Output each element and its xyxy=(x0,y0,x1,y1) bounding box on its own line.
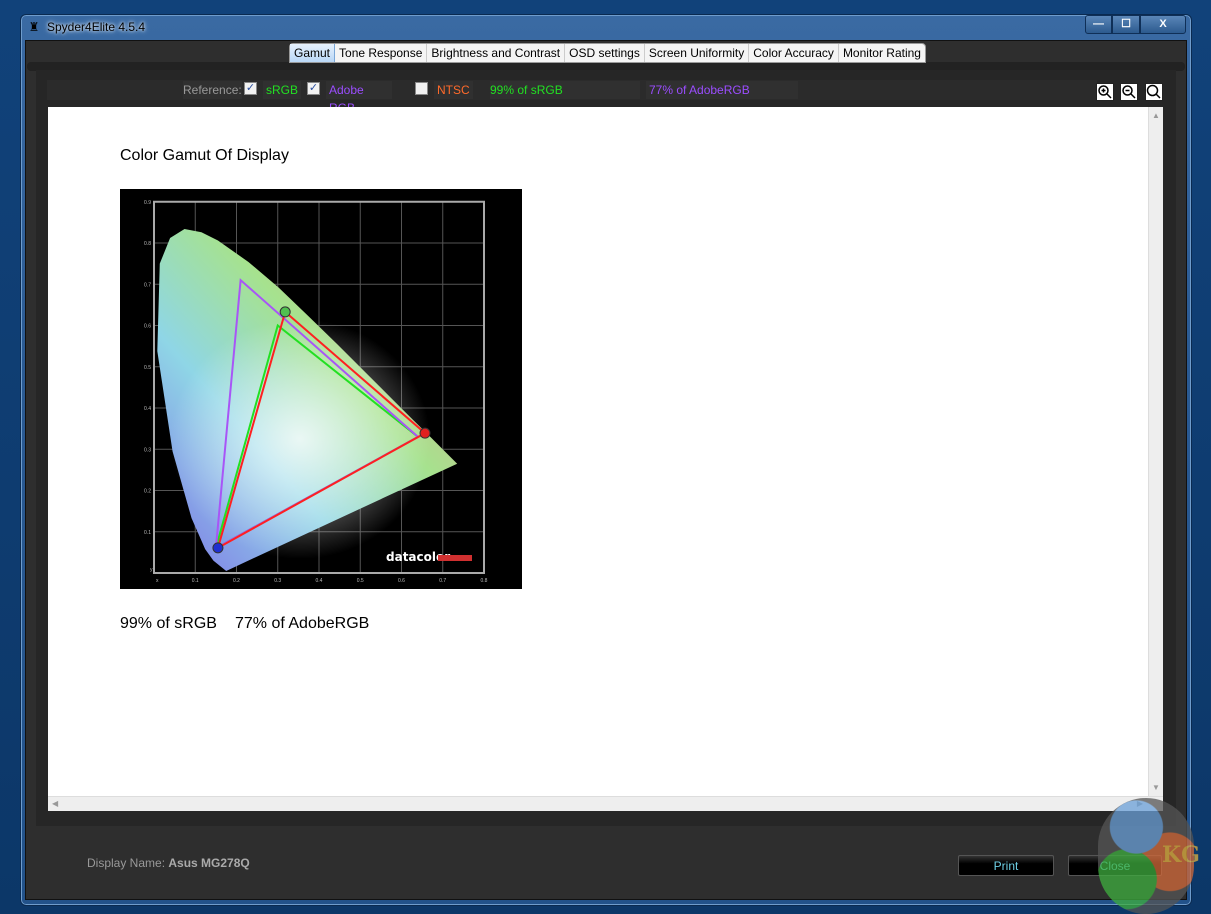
app-icon: ♜ xyxy=(28,20,40,34)
vertical-scrollbar[interactable]: ▲ ▼ xyxy=(1148,107,1163,796)
x-tick-label: 0.8 xyxy=(481,578,488,584)
y-tick-label: 0.3 xyxy=(144,447,151,453)
watermark-logo: KG xyxy=(1098,798,1200,914)
y-axis-label: y xyxy=(150,567,153,573)
y-tick-label: 0.4 xyxy=(144,406,151,412)
adobe-rgb-label: Adobe RGB xyxy=(326,81,392,115)
tab-gamut[interactable]: Gamut xyxy=(290,44,336,62)
close-window-button[interactable]: X xyxy=(1140,15,1186,34)
srgb-coverage: 99% of sRGB xyxy=(490,81,640,99)
x-tick-label: 0.5 xyxy=(357,578,364,584)
adobe-rgb-checkbox[interactable]: ✓ xyxy=(307,82,320,95)
scroll-down-icon[interactable]: ▼ xyxy=(1152,783,1160,792)
tab-monitor-rating[interactable]: Monitor Rating xyxy=(839,44,925,62)
white-point-glow xyxy=(170,319,430,559)
y-tick-label: 0.7 xyxy=(144,282,151,288)
y-tick-label: 0.8 xyxy=(144,241,151,247)
window-title: Spyder4Elite 4.5.4 xyxy=(47,20,146,34)
srgb-result: 99% of sRGB xyxy=(120,615,217,632)
report-heading: Color Gamut Of Display xyxy=(120,147,289,164)
print-button[interactable]: Print xyxy=(958,855,1054,876)
zoom-fit-icon xyxy=(1146,84,1161,99)
y-tick-label: 0.5 xyxy=(144,365,151,371)
x-tick-label: 0.3 xyxy=(274,578,281,584)
y-tick-label: 0.9 xyxy=(144,200,151,206)
primary-marker xyxy=(212,542,224,554)
tab-osd-settings[interactable]: OSD settings xyxy=(565,44,645,62)
minimize-button[interactable]: — xyxy=(1085,15,1112,34)
reference-label: Reference: xyxy=(183,81,242,99)
watermark-text: KG xyxy=(1162,842,1200,868)
tab-brightness-contrast[interactable]: Brightness and Contrast xyxy=(427,44,566,62)
maximize-button[interactable]: ☐ xyxy=(1112,15,1140,34)
zoom-in-button[interactable] xyxy=(1096,83,1114,101)
primary-marker xyxy=(419,427,431,439)
ntsc-checkbox[interactable] xyxy=(415,82,428,95)
scroll-up-icon[interactable]: ▲ xyxy=(1152,111,1160,120)
x-tick-label: 0.4 xyxy=(316,578,323,584)
x-axis-label: x xyxy=(156,578,159,584)
adobe-result: 77% of AdobeRGB xyxy=(235,615,370,632)
tab-tone-response[interactable]: Tone Response xyxy=(335,44,428,62)
display-name-value: Asus MG278Q xyxy=(168,856,250,870)
horizontal-scrollbar[interactable]: ◀▶ xyxy=(48,796,1163,811)
zoom-in-icon xyxy=(1098,85,1112,99)
zoom-out-button[interactable] xyxy=(1120,83,1138,101)
zoom-fit-button[interactable] xyxy=(1145,83,1163,101)
zoom-out-icon xyxy=(1122,85,1136,99)
y-tick-label: 0.6 xyxy=(144,324,151,330)
x-tick-label: 0.7 xyxy=(439,578,446,584)
y-tick-label: 0.1 xyxy=(144,530,151,536)
x-tick-label: 0.1 xyxy=(192,578,199,584)
adobe-coverage: 77% of AdobeRGB xyxy=(646,81,798,99)
tab-bar: Gamut Tone Response Brightness and Contr… xyxy=(289,43,926,63)
ntsc-label: NTSC xyxy=(434,81,473,99)
display-name: Display Name: Asus MG278Q xyxy=(87,856,250,870)
x-tick-label: 0.2 xyxy=(233,578,240,584)
srgb-checkbox[interactable]: ✓ xyxy=(244,82,257,95)
x-tick-label: 0.6 xyxy=(398,578,405,584)
tab-color-accuracy[interactable]: Color Accuracy xyxy=(749,44,839,62)
datacolor-logo-bar xyxy=(438,555,472,561)
y-tick-label: 0.2 xyxy=(144,489,151,495)
tab-screen-uniformity[interactable]: Screen Uniformity xyxy=(645,44,750,62)
gamut-chart: 0.1 0.2 0.3 0.4 0.5 0.6 0.7 0.8 0.1 0.2 0.3 0.4 0.5 0… xyxy=(120,189,522,589)
display-name-label: Display Name: xyxy=(87,856,166,870)
scroll-left-icon[interactable]: ◀ xyxy=(52,799,58,808)
srgb-label: sRGB xyxy=(263,81,302,99)
primary-marker xyxy=(279,306,291,318)
